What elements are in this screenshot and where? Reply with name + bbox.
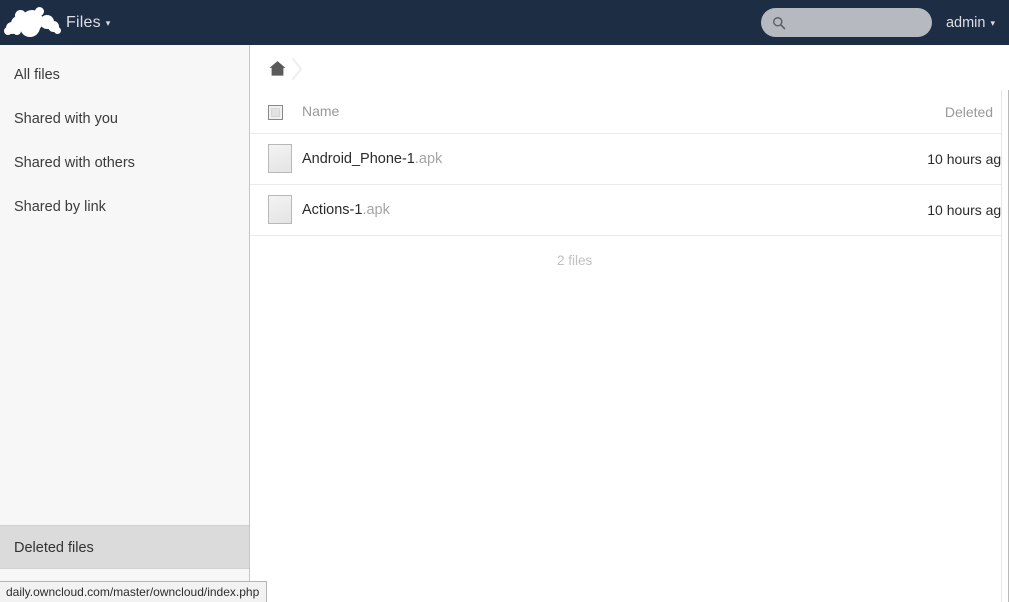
search-input[interactable] bbox=[785, 9, 910, 36]
file-name-cell: Android_Phone-1.apk bbox=[296, 133, 836, 185]
table-header-row: Name Deleted▲ bbox=[250, 92, 1009, 134]
column-header-name: Name bbox=[302, 103, 340, 120]
file-count-summary: 2 files bbox=[557, 252, 593, 268]
chevron-down-icon: ▾ bbox=[990, 18, 995, 28]
chevron-down-icon: ▾ bbox=[105, 18, 111, 28]
search-box[interactable] bbox=[760, 8, 932, 37]
sidebar-item-shared-by-link[interactable]: Shared by link bbox=[0, 185, 249, 229]
file-deleted-cell: 10 hours ago bbox=[836, 184, 1009, 236]
table-row[interactable]: Actions-1.apk 10 hours ago bbox=[250, 184, 1009, 236]
sidebar: All files Shared with you Shared with ot… bbox=[0, 45, 250, 602]
file-extension: .apk bbox=[362, 201, 390, 218]
sidebar-item-label: Shared with you bbox=[14, 111, 118, 127]
status-bar-url: daily.owncloud.com/master/owncloud/index… bbox=[0, 581, 268, 602]
owncloud-logo-link[interactable] bbox=[0, 0, 66, 45]
sidebar-item-label: Deleted files bbox=[14, 540, 94, 556]
file-name-link[interactable]: Android_Phone-1.apk bbox=[296, 151, 442, 167]
user-menu[interactable]: admin ▾ bbox=[946, 15, 995, 31]
deleted-timestamp: 10 hours ago bbox=[927, 150, 1009, 167]
window-scrollbar[interactable] bbox=[1001, 90, 1009, 602]
sidebar-item-shared-with-others[interactable]: Shared with others bbox=[0, 141, 249, 185]
body-area: All files Shared with you Shared with ot… bbox=[0, 45, 1009, 602]
app-header: Files ▾ admin ▾ bbox=[0, 0, 1009, 45]
header-right-group: admin ▾ bbox=[760, 0, 1009, 45]
sidebar-nav-list: All files Shared with you Shared with ot… bbox=[0, 45, 249, 229]
search-icon bbox=[773, 16, 786, 29]
owncloud-logo bbox=[4, 6, 62, 40]
select-all-checkbox[interactable] bbox=[268, 104, 283, 120]
file-table-body: Android_Phone-1.apk 10 hours ago Actions… bbox=[250, 133, 1009, 236]
deleted-header-cell[interactable]: Deleted▲ bbox=[836, 92, 1009, 134]
breadcrumb bbox=[250, 45, 1009, 92]
file-name-link[interactable]: Actions-1.apk bbox=[296, 202, 390, 218]
file-thumbnail-cell bbox=[250, 133, 296, 185]
home-icon[interactable] bbox=[268, 59, 287, 78]
file-icon[interactable] bbox=[268, 144, 292, 173]
owncloud-app: Files ▾ admin ▾ All files Shared with yo… bbox=[0, 0, 1009, 602]
file-basename: Actions-1 bbox=[302, 201, 363, 218]
chevron-right-icon bbox=[291, 57, 303, 80]
deleted-timestamp: 10 hours ago bbox=[927, 201, 1009, 218]
file-table: Name Deleted▲ bbox=[250, 92, 1009, 236]
sidebar-item-label: Shared by link bbox=[14, 199, 106, 215]
app-title-menu[interactable]: Files ▾ bbox=[66, 0, 121, 45]
sidebar-item-all-files[interactable]: All files bbox=[0, 53, 249, 97]
file-thumbnail-cell bbox=[250, 184, 296, 236]
sidebar-item-label: Shared with others bbox=[14, 155, 135, 171]
select-all-header-cell bbox=[250, 92, 296, 134]
file-extension: .apk bbox=[414, 150, 443, 167]
file-table-head: Name Deleted▲ bbox=[250, 92, 1009, 134]
file-icon[interactable] bbox=[268, 195, 292, 224]
file-basename: Android_Phone-1 bbox=[302, 150, 415, 167]
user-menu-label: admin bbox=[945, 14, 986, 31]
file-name-cell: Actions-1.apk bbox=[296, 184, 836, 236]
app-title-label: Files bbox=[66, 13, 101, 31]
sidebar-item-label: All files bbox=[14, 67, 60, 83]
column-header-deleted: Deleted bbox=[944, 104, 994, 121]
file-deleted-cell: 10 hours ago bbox=[836, 133, 1009, 185]
table-row[interactable]: Android_Phone-1.apk 10 hours ago bbox=[250, 133, 1009, 185]
main-content: Name Deleted▲ bbox=[250, 45, 1009, 602]
sidebar-item-deleted-files[interactable]: Deleted files bbox=[0, 525, 249, 569]
name-header-cell[interactable]: Name bbox=[296, 92, 836, 134]
sidebar-item-shared-with-you[interactable]: Shared with you bbox=[0, 97, 249, 141]
